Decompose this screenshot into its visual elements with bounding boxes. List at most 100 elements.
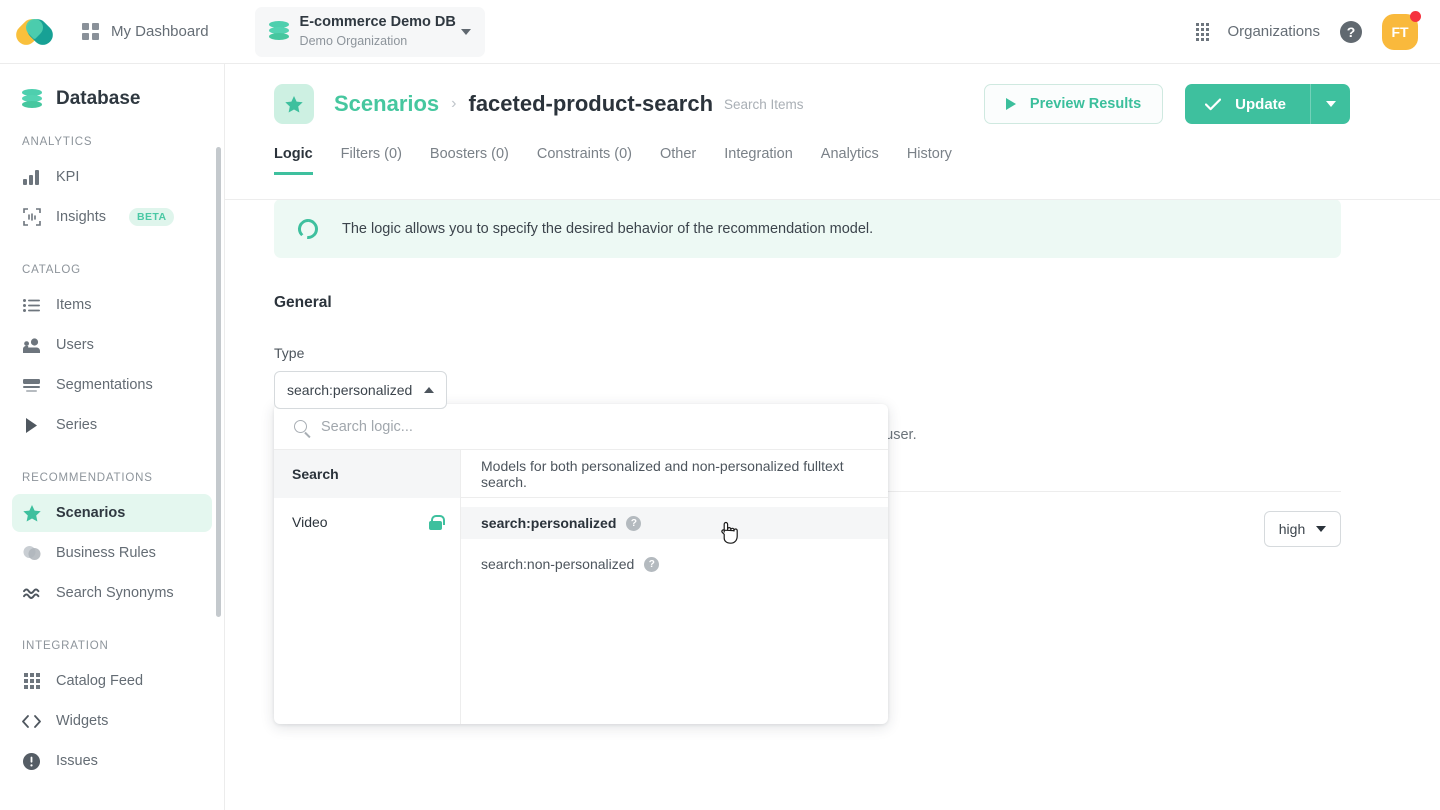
update-button[interactable]: Update <box>1185 84 1310 124</box>
sidebar-item-label: Scenarios <box>56 505 126 521</box>
breadcrumb-scenarios[interactable]: Scenarios <box>334 91 439 117</box>
logic-option-label: search:non-personalized <box>481 556 635 572</box>
page-subtitle: Search Items <box>724 96 804 112</box>
help-icon[interactable]: ? <box>626 515 642 531</box>
logic-option-search-non-personalized[interactable]: search:non-personalized ? <box>461 548 888 580</box>
bar-chart-icon <box>22 168 41 187</box>
type-field-label: Type <box>274 345 305 361</box>
refresh-icon <box>298 219 318 239</box>
exclamation-circle-icon <box>22 752 41 771</box>
my-dashboard-link[interactable]: My Dashboard <box>72 17 219 46</box>
tab-bar-divider <box>225 199 1440 200</box>
help-icon[interactable]: ? <box>644 556 660 572</box>
sidebar-item-widgets[interactable]: Widgets <box>12 702 212 740</box>
database-icon <box>22 88 42 110</box>
sidebar-item-label: Search Synonyms <box>56 585 174 601</box>
building-icon <box>1196 22 1213 41</box>
tab-boosters[interactable]: Boosters (0) <box>416 146 523 175</box>
sidebar-title: Database <box>0 64 224 110</box>
sidebar: Database ANALYTICS KPI Insights BETA CAT… <box>0 64 225 810</box>
sidebar-item-label: Issues <box>56 753 98 769</box>
update-button-group: Update <box>1185 84 1350 124</box>
sidebar-item-catalog-feed[interactable]: Catalog Feed <box>12 662 212 700</box>
info-banner: The logic allows you to specify the desi… <box>274 199 1341 258</box>
sidebar-scrollbar[interactable] <box>216 147 221 617</box>
sidebar-item-search-synonyms[interactable]: Search Synonyms <box>12 574 212 612</box>
play-triangle-icon <box>22 416 41 435</box>
sidebar-title-label: Database <box>56 88 141 109</box>
sidebar-group-integration: INTEGRATION <box>22 640 109 652</box>
sidebar-item-issues[interactable]: Issues <box>12 742 212 780</box>
lock-icon <box>429 514 445 530</box>
tab-other[interactable]: Other <box>646 146 710 175</box>
logic-search-row[interactable]: Search logic... <box>274 404 888 450</box>
sidebar-item-label: Widgets <box>56 713 109 729</box>
synonyms-icon <box>22 584 41 603</box>
insights-icon <box>22 208 41 227</box>
check-icon <box>1205 98 1222 110</box>
sidebar-item-label: KPI <box>56 169 80 185</box>
my-dashboard-label: My Dashboard <box>111 23 209 40</box>
star-icon <box>22 504 41 523</box>
sidebar-group-analytics: ANALYTICS <box>22 136 93 148</box>
preview-results-label: Preview Results <box>1029 96 1142 112</box>
logic-category-list: Search Video <box>274 450 461 724</box>
sidebar-group-recommendations: RECOMMENDATIONS <box>22 472 153 484</box>
page-title: faceted-product-search <box>468 91 714 116</box>
logic-panel: The logic allows you to specify the desi… <box>225 175 1440 409</box>
app-logo[interactable] <box>0 14 72 49</box>
chevron-down-icon <box>1325 101 1336 107</box>
code-brackets-icon <box>22 712 41 731</box>
tab-constraints[interactable]: Constraints (0) <box>523 146 646 175</box>
avatar[interactable]: FT <box>1382 10 1421 50</box>
logic-dropdown-panel: Search logic... Search Video Models for … <box>274 404 888 724</box>
preview-results-button[interactable]: Preview Results <box>983 84 1164 124</box>
sidebar-item-label: Catalog Feed <box>56 673 144 689</box>
search-icon <box>294 420 307 433</box>
sidebar-group-catalog: CATALOG <box>22 264 81 276</box>
type-select[interactable]: search:personalized <box>274 371 447 409</box>
logic-option-search-personalized[interactable]: search:personalized ? <box>461 507 888 539</box>
segmentations-icon <box>22 376 41 395</box>
update-label: Update <box>1235 95 1286 113</box>
page-header: Scenarios › faceted-product-search Searc… <box>225 64 1440 124</box>
tab-analytics[interactable]: Analytics <box>807 146 893 175</box>
logic-search-input[interactable]: Search logic... <box>321 419 413 435</box>
sidebar-item-insights[interactable]: Insights BETA <box>12 198 212 236</box>
organization-selector[interactable]: E-commerce Demo DB Demo Organization <box>254 6 485 57</box>
logic-option-label: search:personalized <box>481 515 617 531</box>
organizations-link[interactable]: Organizations <box>1196 22 1320 41</box>
sidebar-item-items[interactable]: Items <box>12 286 212 324</box>
tab-bar: Logic Filters (0) Boosters (0) Constrain… <box>225 124 1440 175</box>
sidebar-item-scenarios[interactable]: Scenarios <box>12 494 212 532</box>
logic-category-search[interactable]: Search <box>274 450 460 498</box>
logic-option-list: Models for both personalized and non-per… <box>461 450 888 724</box>
notification-dot-icon <box>1410 10 1421 22</box>
update-dropdown-button[interactable] <box>1310 84 1350 124</box>
organization-name: E-commerce Demo DB <box>299 14 456 31</box>
sidebar-item-segmentations[interactable]: Segmentations <box>12 366 212 404</box>
grid-dots-icon <box>22 672 41 691</box>
tab-filters[interactable]: Filters (0) <box>327 146 416 175</box>
organization-subtitle: Demo Organization <box>299 33 408 48</box>
sidebar-item-business-rules[interactable]: Business Rules <box>12 534 212 572</box>
logic-category-video[interactable]: Video <box>274 498 460 546</box>
sidebar-item-label: Insights <box>56 209 106 225</box>
beta-badge: BETA <box>128 208 175 226</box>
tab-history[interactable]: History <box>893 146 966 175</box>
logic-category-label: Video <box>292 514 328 530</box>
sidebar-item-users[interactable]: Users <box>12 326 212 364</box>
sidebar-item-label: Segmentations <box>56 377 153 393</box>
users-icon <box>22 336 41 355</box>
tab-logic[interactable]: Logic <box>274 146 327 175</box>
help-icon[interactable]: ? <box>1340 20 1362 43</box>
sidebar-item-kpi[interactable]: KPI <box>12 158 212 196</box>
priority-select[interactable]: high <box>1264 511 1341 547</box>
tab-integration[interactable]: Integration <box>710 146 807 175</box>
sidebar-item-label: Series <box>56 417 98 433</box>
organizations-label: Organizations <box>1227 23 1320 40</box>
logic-category-label: Search <box>292 466 339 482</box>
sidebar-item-label: Users <box>56 337 94 353</box>
sidebar-item-series[interactable]: Series <box>12 406 212 444</box>
info-banner-text: The logic allows you to specify the desi… <box>342 220 874 237</box>
